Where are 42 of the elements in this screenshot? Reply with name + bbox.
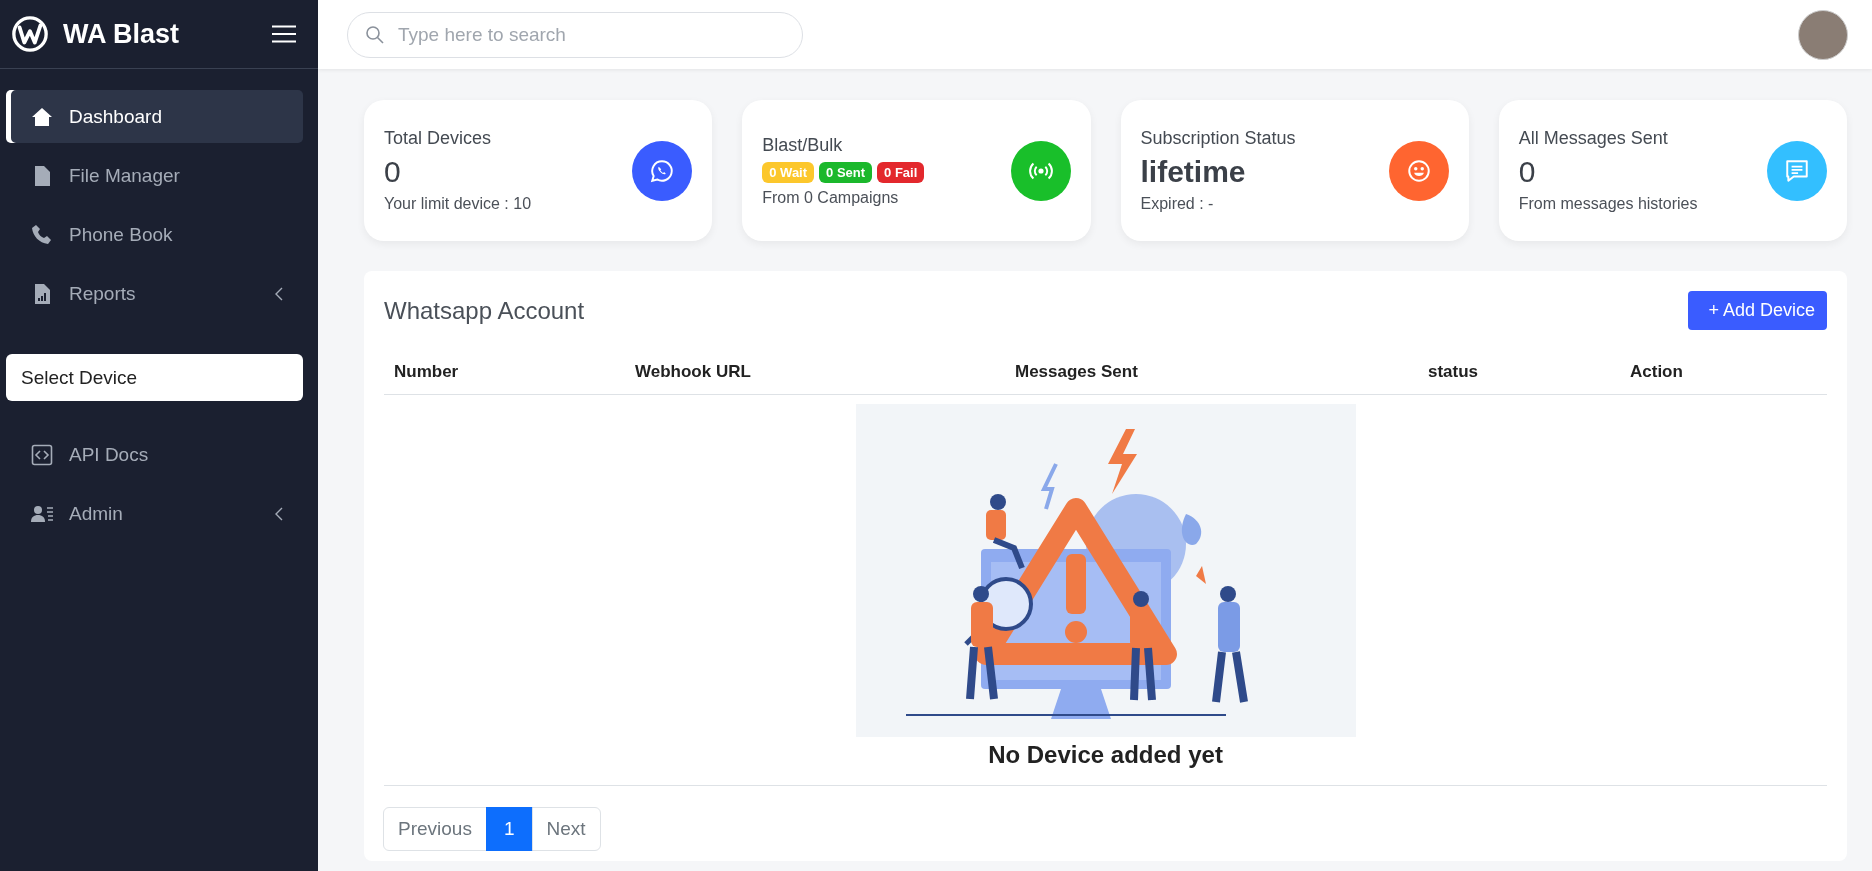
- chevron-icon: [275, 506, 283, 521]
- card-note: From 0 Campaigns: [762, 188, 900, 207]
- code-icon: [30, 442, 54, 467]
- nav-item[interactable]: Reports: [6, 267, 303, 320]
- card-title: Blast/Bulk: [762, 134, 844, 156]
- status-badge: 0 Sent: [819, 161, 873, 183]
- column-header: Webhook URL: [635, 361, 752, 383]
- column-header: Action: [1630, 361, 1684, 383]
- empty-message: No Device added yet: [988, 741, 1223, 769]
- status-badge: 0 Wait: [762, 161, 815, 183]
- card-title: Total Devices: [384, 128, 493, 149]
- device-select[interactable]: Select Device: [6, 354, 303, 401]
- chevron-icon: [275, 286, 283, 301]
- panel-title: Whatsapp Account: [384, 296, 585, 325]
- search-icon: [365, 24, 385, 45]
- menu-icon[interactable]: [272, 25, 296, 43]
- column-header: Messages Sent: [1015, 361, 1139, 383]
- card-note: From messages histories: [1518, 195, 1698, 213]
- card-value: 0: [384, 155, 402, 189]
- column-header: status: [1428, 361, 1480, 383]
- avatar[interactable]: [1798, 9, 1848, 60]
- nav-item[interactable]: File Manager: [6, 149, 303, 202]
- add-device-button[interactable]: + Add Device: [1688, 291, 1827, 330]
- card-title: All Messages Sent: [1518, 128, 1669, 149]
- nav-item[interactable]: Admin: [6, 487, 303, 540]
- pagination-button[interactable]: Next: [531, 807, 601, 851]
- phone-icon: [30, 222, 54, 247]
- pagination-button[interactable]: Previous: [383, 807, 487, 851]
- nav-item[interactable]: API Docs: [6, 428, 303, 481]
- card-note: Expired : -: [1140, 195, 1215, 213]
- column-header: Number: [394, 361, 460, 383]
- search-field[interactable]: Type here to search: [347, 11, 803, 58]
- card-title: Subscription Status: [1140, 128, 1296, 149]
- card-value: lifetime: [1140, 155, 1247, 189]
- nav-item[interactable]: Phone Book: [6, 208, 303, 261]
- card-value: 0: [1518, 155, 1537, 189]
- pagination-button[interactable]: 1: [485, 807, 533, 851]
- card-note: Your limit device : 10: [384, 195, 532, 213]
- logo-icon: [11, 15, 49, 53]
- nav-item[interactable]: Dashboard: [6, 90, 303, 143]
- brand-name: WA Blast: [63, 18, 180, 50]
- status-badge: 0 Fail: [877, 161, 925, 183]
